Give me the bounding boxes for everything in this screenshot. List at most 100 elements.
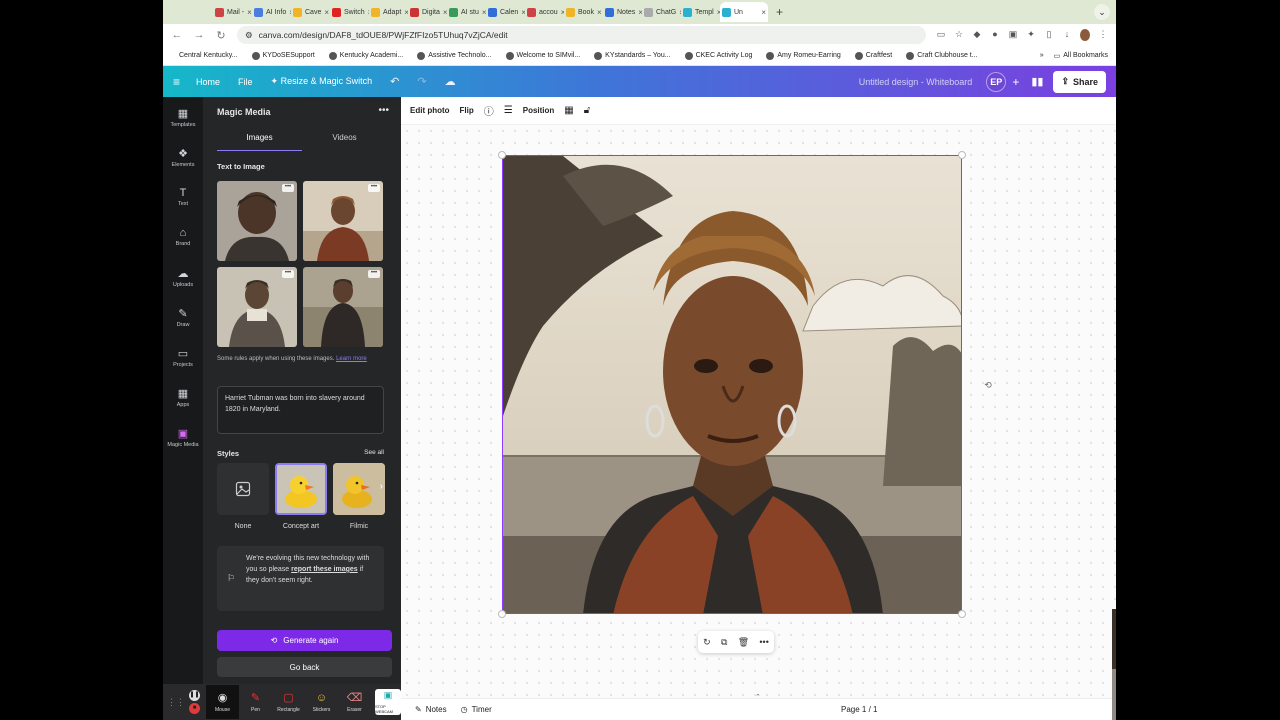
report-link[interactable]: report these images: [291, 566, 358, 573]
see-all-link[interactable]: See all: [364, 449, 384, 458]
browser-tab[interactable]: ChatG×: [642, 2, 681, 22]
page-indicator[interactable]: Page 1 / 1: [841, 705, 877, 714]
redo-icon[interactable]: ↷: [417, 75, 426, 88]
tab-images[interactable]: Images: [217, 133, 302, 151]
bookmark-item[interactable]: Craftfest: [854, 51, 892, 60]
image-more-icon[interactable]: •••: [282, 270, 294, 278]
flip-button[interactable]: Flip: [460, 106, 474, 115]
generated-image-2[interactable]: •••: [303, 181, 383, 261]
rail-item-magic-media[interactable]: ▣ Magic Media: [163, 427, 203, 448]
download-icon[interactable]: ↓: [1062, 29, 1072, 41]
document-title[interactable]: Untitled design - Whiteboard: [859, 77, 973, 87]
resize-handle[interactable]: [958, 610, 966, 618]
transparency-icon[interactable]: ▦: [564, 105, 573, 116]
generated-image-4[interactable]: •••: [303, 267, 383, 347]
style-filmic[interactable]: ›: [333, 463, 385, 515]
new-tab-button[interactable]: +: [776, 5, 783, 19]
more-bookmarks-icon[interactable]: »: [1040, 52, 1044, 60]
more-options-icon[interactable]: •••: [378, 105, 389, 116]
stickers-tool[interactable]: ☺ Stickers: [305, 685, 338, 719]
line-weight-icon[interactable]: ☰: [504, 105, 513, 116]
resize-handle[interactable]: [498, 610, 506, 618]
close-tab-icon[interactable]: ×: [761, 8, 766, 17]
pen-tool[interactable]: ✎ Pen: [239, 685, 272, 719]
browser-tab[interactable]: AI Info×: [252, 2, 291, 22]
position-button[interactable]: Position: [523, 106, 555, 115]
resize-menu[interactable]: ✦ Resize & Magic Switch: [271, 76, 373, 87]
rail-item-elements[interactable]: ❖ Elements: [163, 147, 203, 168]
puzzle-icon[interactable]: ✦: [1026, 29, 1036, 41]
generated-image-3[interactable]: •••: [217, 267, 297, 347]
info-icon[interactable]: ⓘ: [484, 103, 494, 118]
lock-icon[interactable]: 🔓︎: [584, 105, 590, 116]
expand-pages-icon[interactable]: ⌃: [755, 693, 761, 701]
bookmark-item[interactable]: Welcome to SIMvil...: [505, 51, 580, 60]
resize-handle[interactable]: [498, 151, 506, 159]
image-more-icon[interactable]: •••: [282, 184, 294, 192]
menu-icon[interactable]: ⋮: [1098, 29, 1108, 41]
notes-button[interactable]: ✎ Notes: [415, 705, 447, 714]
prompt-input[interactable]: Harriet Tubman was born into slavery aro…: [217, 386, 384, 434]
add-collaborator-icon[interactable]: +: [1012, 75, 1019, 89]
undo-icon[interactable]: ↶: [390, 75, 399, 88]
share-button[interactable]: ⇪ Share: [1053, 70, 1106, 93]
edit-photo-button[interactable]: Edit photo: [410, 106, 450, 115]
extension-icon[interactable]: ◆: [972, 29, 982, 41]
rail-item-brand[interactable]: ⌂ Brand: [163, 227, 203, 247]
browser-tab[interactable]: Calen ×: [486, 2, 525, 22]
bookmark-item[interactable]: KYDoSESupport: [251, 51, 315, 60]
resize-handle[interactable]: [958, 151, 966, 159]
pause-icon[interactable]: ❚❚: [189, 690, 200, 701]
bookmark-star-icon[interactable]: ☆: [954, 29, 964, 41]
browser-tab[interactable]: Switch×: [330, 2, 369, 22]
browser-tab[interactable]: Notes ×: [603, 2, 642, 22]
mouse-tool[interactable]: ◉ Mouse: [206, 685, 239, 719]
rail-item-text[interactable]: T Text: [163, 187, 203, 207]
rail-item-uploads[interactable]: ☁ Uploads: [163, 267, 203, 288]
browser-tab[interactable]: Mail - ×: [213, 2, 252, 22]
browser-tab[interactable]: Book ×: [564, 2, 603, 22]
bookmark-item[interactable]: Amy Romeu-Earring: [766, 51, 841, 60]
rotate-copy-icon[interactable]: ↻: [703, 637, 711, 648]
close-tab-icon[interactable]: ×: [597, 8, 602, 17]
browser-tab[interactable]: Adapt ×: [369, 2, 408, 22]
browser-tab[interactable]: accou ×: [525, 2, 564, 22]
address-bar[interactable]: ⚙ canva.com/design/DAF8_tdOUE8/PWjFZfFIz…: [237, 26, 926, 44]
extension-icon[interactable]: ●: [990, 29, 1000, 41]
profile-avatar[interactable]: [1080, 29, 1090, 41]
reload-icon[interactable]: ↻: [215, 29, 227, 42]
style-none[interactable]: [217, 463, 269, 515]
rail-item-draw[interactable]: ✎ Draw: [163, 307, 203, 328]
delete-icon[interactable]: 🗑︎: [738, 637, 749, 648]
browser-tab[interactable]: Un ×: [720, 2, 768, 22]
go-back-button[interactable]: Go back: [217, 657, 392, 677]
duplicate-icon[interactable]: ⧉: [721, 637, 727, 648]
bookmark-item[interactable]: KYstandards – You...: [594, 51, 671, 60]
rail-item-templates[interactable]: ▦ Templates: [163, 107, 203, 128]
browser-tab[interactable]: Cave ×: [291, 2, 330, 22]
back-icon[interactable]: ←: [171, 29, 183, 41]
rectangle-tool[interactable]: ▢ Rectangle: [272, 685, 305, 719]
browser-tab[interactable]: Templ ×: [681, 2, 720, 22]
drag-handle-icon[interactable]: ⋮⋮: [167, 697, 185, 708]
tab-videos[interactable]: Videos: [302, 133, 387, 151]
sidebar-icon[interactable]: ▯: [1044, 29, 1054, 41]
stop-record-icon[interactable]: ■: [189, 703, 200, 714]
browser-tab[interactable]: Digita ×: [408, 2, 447, 22]
hamburger-icon[interactable]: ≡: [173, 75, 180, 89]
more-icon[interactable]: •••: [759, 637, 768, 647]
image-more-icon[interactable]: •••: [368, 184, 380, 192]
bookmark-item[interactable]: Kentucky Academi...: [328, 51, 403, 60]
generated-image-1[interactable]: •••: [217, 181, 297, 261]
bookmark-item[interactable]: Assistive Technolo...: [417, 51, 492, 60]
selected-image[interactable]: [502, 155, 962, 614]
rail-item-projects[interactable]: ▭ Projects: [163, 347, 203, 368]
close-tab-icon[interactable]: ×: [324, 8, 329, 17]
browser-tab[interactable]: AI stu ×: [447, 2, 486, 22]
style-concept-art[interactable]: [275, 463, 327, 515]
site-info-icon[interactable]: ⚙: [245, 30, 253, 41]
insights-icon[interactable]: ▮▮: [1031, 75, 1043, 88]
tab-search-icon[interactable]: ⌄: [1094, 4, 1110, 20]
cast-icon[interactable]: ▭: [936, 29, 946, 41]
canvas[interactable]: ⟲ ↻ ⧉ 🗑︎ •••: [401, 125, 1116, 700]
